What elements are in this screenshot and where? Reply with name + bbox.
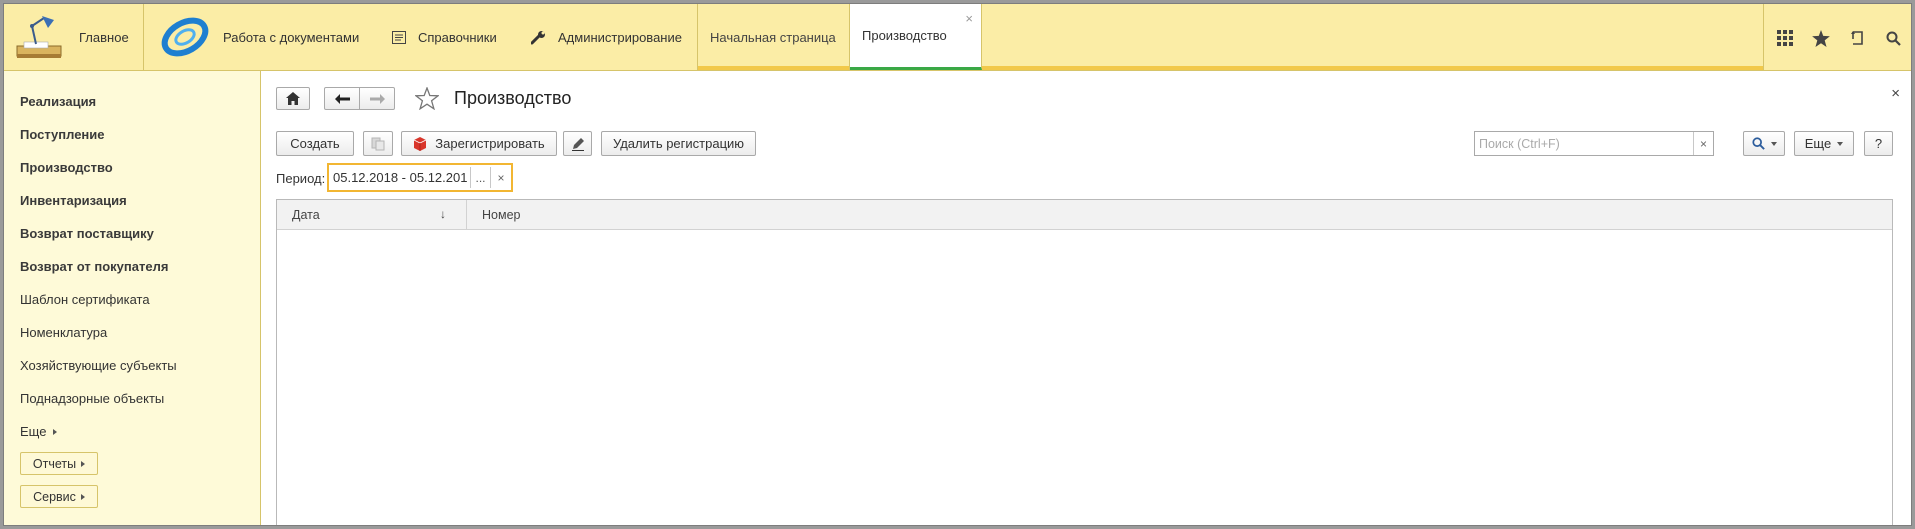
tab-start-page[interactable]: Начальная страница	[698, 4, 850, 70]
section-references-label: Справочники	[418, 29, 497, 45]
section-home[interactable]: Главное	[4, 4, 144, 70]
search-input[interactable]	[1475, 132, 1693, 155]
period-field[interactable]: 05.12.2018 - 05.12.201 ... ×	[327, 163, 513, 192]
register-button[interactable]: Зарегистрировать	[401, 131, 557, 156]
edit-button[interactable]	[563, 131, 592, 156]
back-button[interactable]	[324, 87, 360, 110]
more-button[interactable]: Еще	[1794, 131, 1854, 156]
sidebar-item-return-to-supplier[interactable]: Возврат поставщику	[20, 226, 154, 241]
pencil-icon	[571, 137, 584, 151]
period-select-button[interactable]: ...	[471, 167, 491, 188]
tab-production-label: Производство	[862, 28, 947, 43]
search-options-button[interactable]	[1743, 131, 1785, 156]
sidebar-item-supervised-objects[interactable]: Поднадзорные объекты	[20, 391, 164, 406]
sidebar-item-business-entities[interactable]: Хозяйствующие субъекты	[20, 358, 177, 373]
column-header-date-label: Дата	[292, 207, 320, 222]
sidebar-item-nomenclature[interactable]: Номенклатура	[20, 325, 107, 340]
home-button[interactable]	[276, 87, 310, 110]
more-button-label: Еще	[1804, 136, 1832, 151]
app-window: Главное Работа с документами Справочники	[3, 3, 1912, 526]
tab-close-icon[interactable]: ×	[965, 11, 973, 26]
sidebar-item-return-from-buyer[interactable]: Возврат от покупателя	[20, 259, 168, 274]
section-administration[interactable]: Администрирование	[531, 4, 682, 70]
register-button-label: Зарегистрировать	[435, 136, 545, 151]
open-windows-panel: Начальная страница Производство ×	[697, 4, 1764, 70]
sidebar-item-production[interactable]: Производство	[20, 160, 113, 175]
chevron-down-icon	[1770, 141, 1777, 146]
copy-button[interactable]	[363, 131, 393, 156]
sidebar-item-sales[interactable]: Реализация	[20, 94, 96, 109]
sections-panel: Главное Работа с документами Справочники	[4, 4, 1911, 71]
documents-logo-icon	[161, 17, 209, 57]
period-input[interactable]: 05.12.2018 - 05.12.201	[329, 167, 471, 188]
apps-grid-icon[interactable]	[1775, 28, 1795, 48]
section-documents[interactable]: Работа с документами	[159, 4, 359, 70]
sidebar-more-label: Еще	[20, 424, 47, 439]
chevron-down-icon	[1837, 141, 1844, 146]
table-header: Дата ↓ Номер	[277, 199, 1892, 230]
forward-button[interactable]	[359, 87, 395, 110]
search-icon[interactable]	[1883, 28, 1903, 48]
copy-icon	[371, 137, 385, 150]
close-form-icon[interactable]: ×	[1891, 85, 1900, 102]
list-icon	[392, 30, 406, 44]
arrow-right-icon	[80, 493, 85, 500]
period-clear-icon[interactable]: ×	[491, 167, 511, 188]
register-box-icon	[414, 137, 427, 151]
create-button[interactable]: Создать	[276, 131, 354, 156]
arrow-right-icon	[81, 460, 86, 467]
help-button[interactable]: ?	[1864, 131, 1893, 156]
wrench-icon	[531, 30, 545, 44]
section-administration-label: Администрирование	[558, 29, 682, 45]
period-label: Период:	[276, 171, 326, 186]
sidebar-item-inventory[interactable]: Инвентаризация	[20, 193, 127, 208]
delete-registration-button[interactable]: Удалить регистрацию	[601, 131, 756, 156]
reports-button-label: Отчеты	[32, 456, 77, 471]
sidebar-more[interactable]: Еще	[20, 424, 58, 439]
search-box: ×	[1474, 131, 1714, 156]
arrow-right-icon	[53, 428, 58, 435]
page-title: Производство	[454, 88, 572, 108]
arrow-left-icon	[334, 93, 350, 104]
service-button-label: Сервис	[33, 489, 76, 504]
arrow-right-icon	[369, 93, 385, 104]
service-button[interactable]: Сервис	[20, 485, 98, 508]
form-area: Производство × Создать Зарегистрировать …	[262, 71, 1911, 525]
history-icon[interactable]	[1848, 28, 1868, 48]
tools-panel	[1763, 4, 1911, 70]
home-icon	[286, 92, 300, 105]
sidebar-item-certificate-template[interactable]: Шаблон сертификата	[20, 292, 150, 307]
favorite-star-icon[interactable]	[414, 86, 440, 113]
star-icon[interactable]	[1811, 28, 1831, 48]
section-documents-label: Работа с документами	[223, 29, 360, 45]
search-clear-icon[interactable]: ×	[1693, 132, 1713, 155]
sort-down-icon: ↓	[440, 206, 446, 221]
sidebar-item-receipts[interactable]: Поступление	[20, 127, 105, 142]
sidebar: Реализация Поступление Производство Инве…	[4, 71, 261, 525]
tab-start-page-label: Начальная страница	[710, 29, 836, 45]
search-icon	[1751, 137, 1765, 150]
column-header-date[interactable]: Дата ↓	[277, 199, 467, 230]
documents-table[interactable]: Дата ↓ Номер	[276, 199, 1893, 525]
section-home-label: Главное	[79, 30, 129, 45]
reports-button[interactable]: Отчеты	[20, 452, 98, 475]
tab-production[interactable]: Производство ×	[850, 4, 982, 70]
column-header-number-label: Номер	[482, 207, 521, 222]
desk-lamp-logo-icon	[16, 16, 62, 58]
column-header-number[interactable]: Номер	[467, 200, 520, 230]
section-references[interactable]: Справочники	[392, 4, 497, 70]
